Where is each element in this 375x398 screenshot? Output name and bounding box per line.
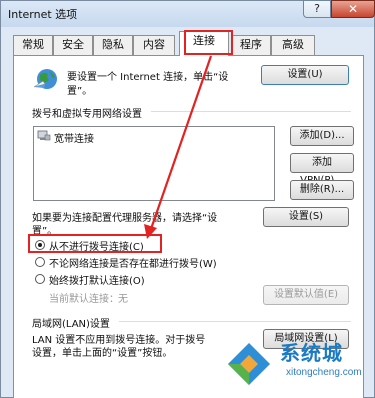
watermark-brand: 系统城 [280,341,343,365]
internet-options-window: Internet 选项 ? ✕ 常规 安全 隐私 内容 连接 程序 高级 要设置… [0,0,375,398]
watermark-logo-icon [223,338,275,390]
watermark-url: xitongcheng.com [286,367,362,378]
watermark: 系统城 xitongcheng.com [216,331,375,398]
